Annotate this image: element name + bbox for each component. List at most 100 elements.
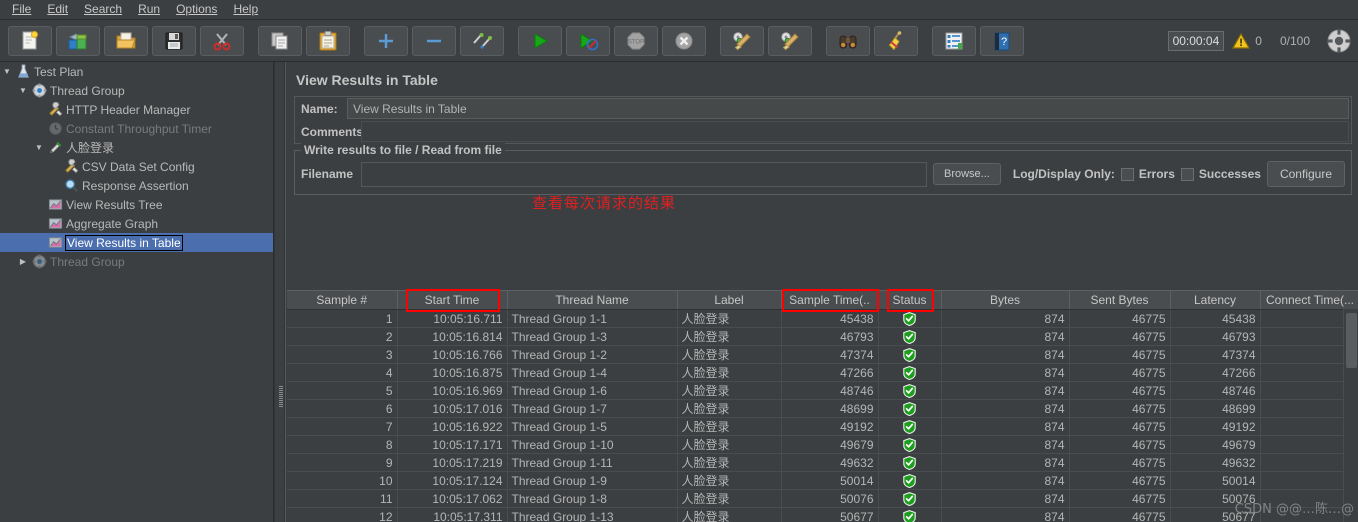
table-row[interactable]: 11 10:05:17.062 Thread Group 1-8 人脸登录 50076 … bbox=[287, 489, 1358, 508]
function-helper-button[interactable] bbox=[932, 25, 976, 56]
cell-label: 人脸登录 bbox=[677, 327, 782, 346]
collapse-all-button[interactable] bbox=[412, 25, 456, 56]
tree-node-8[interactable]: Aggregate Graph bbox=[0, 214, 273, 233]
status-success-shield-icon bbox=[903, 419, 916, 434]
tree-node-10[interactable]: ▶ Thread Group bbox=[0, 252, 273, 271]
column-header-start-time[interactable]: Start Time bbox=[397, 290, 508, 310]
tree-node-2[interactable]: HTTP Header Manager bbox=[0, 100, 273, 119]
menu-search[interactable]: Search bbox=[76, 0, 130, 19]
reset-search-button[interactable] bbox=[874, 25, 918, 56]
cell-latency: 47374 bbox=[1170, 345, 1261, 364]
configure-button[interactable]: Configure bbox=[1266, 161, 1345, 187]
status-success-shield-icon bbox=[903, 329, 916, 344]
cell-label: 人脸登录 bbox=[677, 507, 782, 522]
column-header-thread-name[interactable]: Thread Name bbox=[507, 290, 678, 310]
start-button[interactable] bbox=[518, 25, 562, 56]
column-header-status[interactable]: Status bbox=[878, 290, 942, 310]
copy-button[interactable] bbox=[258, 25, 302, 56]
broom-icon bbox=[888, 30, 902, 50]
shutdown-button[interactable] bbox=[662, 25, 706, 56]
column-header-latency[interactable]: Latency bbox=[1170, 290, 1261, 310]
successes-checkbox[interactable] bbox=[1180, 167, 1194, 181]
browse-button[interactable]: Browse... bbox=[933, 163, 1001, 185]
save-button[interactable] bbox=[152, 25, 196, 56]
name-input[interactable] bbox=[347, 98, 1349, 119]
templates-icon bbox=[68, 32, 87, 49]
table-row[interactable]: 12 10:05:17.311 Thread Group 1-13 人脸登录 50677… bbox=[287, 507, 1358, 522]
clear-all-button[interactable] bbox=[768, 25, 812, 56]
menu-options[interactable]: Options bbox=[168, 0, 225, 19]
column-header-sample-time[interactable]: Sample Time(.. bbox=[781, 290, 879, 310]
filename-input[interactable] bbox=[361, 161, 927, 187]
comments-input[interactable] bbox=[361, 121, 1349, 142]
table-scrollbar-thumb[interactable] bbox=[1346, 313, 1357, 368]
table-row[interactable]: 5 10:05:16.969 Thread Group 1-6 人脸登录 48746 8… bbox=[287, 381, 1358, 400]
menu-help[interactable]: Help bbox=[225, 0, 266, 19]
successes-checkbox-wrap[interactable]: Successes bbox=[1180, 167, 1261, 181]
table-row[interactable]: 2 10:05:16.814 Thread Group 1-3 人脸登录 46793 8… bbox=[287, 327, 1358, 346]
chevron-right-icon[interactable]: ▶ bbox=[16, 257, 30, 266]
warning-indicator[interactable]: 0 bbox=[1232, 32, 1262, 50]
warning-triangle-icon bbox=[1232, 32, 1251, 49]
chevron-down-icon[interactable]: ▼ bbox=[32, 143, 46, 152]
table-row[interactable]: 4 10:05:16.875 Thread Group 1-4 人脸登录 47266 8… bbox=[287, 363, 1358, 382]
table-row[interactable]: 9 10:05:17.219 Thread Group 1-11 人脸登录 49632 … bbox=[287, 453, 1358, 472]
test-plan-tree[interactable]: ▼ Test Plan ▼ Thread Group HTTP Header Manag… bbox=[0, 62, 274, 522]
cell-bytes: 874 bbox=[941, 399, 1070, 418]
templates-button[interactable] bbox=[56, 25, 100, 56]
split-divider[interactable] bbox=[274, 62, 285, 522]
menu-file[interactable]: File bbox=[4, 0, 39, 19]
table-vertical-scrollbar[interactable] bbox=[1343, 309, 1358, 522]
chevron-down-icon[interactable]: ▼ bbox=[0, 67, 14, 76]
errors-checkbox[interactable] bbox=[1120, 167, 1134, 181]
table-row[interactable]: 1 10:05:16.711 Thread Group 1-1 人脸登录 45438 8… bbox=[287, 309, 1358, 328]
tree-node-3[interactable]: Constant Throughput Timer bbox=[0, 119, 273, 138]
clear-button[interactable] bbox=[720, 25, 764, 56]
table-row[interactable]: 8 10:05:17.171 Thread Group 1-10 人脸登录 49679 … bbox=[287, 435, 1358, 454]
column-header-sent-bytes[interactable]: Sent Bytes bbox=[1069, 290, 1171, 310]
cell-bytes: 874 bbox=[941, 345, 1070, 364]
tree-node-0[interactable]: ▼ Test Plan bbox=[0, 62, 273, 81]
table-row[interactable]: 7 10:05:16.922 Thread Group 1-5 人脸登录 49192 8… bbox=[287, 417, 1358, 436]
menu-options-label: Options bbox=[176, 2, 218, 16]
menu-edit[interactable]: Edit bbox=[39, 0, 76, 19]
cell-bytes: 874 bbox=[941, 435, 1070, 454]
cut-button[interactable] bbox=[200, 25, 244, 56]
column-header-sample[interactable]: Sample # bbox=[287, 290, 398, 310]
run-indicator-button[interactable] bbox=[1326, 28, 1352, 54]
tree-node-label: View Results in Table bbox=[65, 234, 183, 251]
status-success-shield-icon bbox=[903, 311, 916, 326]
tree-node-4[interactable]: ▼ 人脸登录 bbox=[0, 138, 273, 157]
cell-sample: 5 bbox=[287, 381, 398, 400]
tree-node-5[interactable]: CSV Data Set Config bbox=[0, 157, 273, 176]
cell-thread-name: Thread Group 1-5 bbox=[507, 417, 678, 436]
column-header-connect-time[interactable]: Connect Time(... bbox=[1260, 290, 1358, 310]
stop-button[interactable]: STOP bbox=[614, 25, 658, 56]
results-table-header: Sample # Start Time Thread Name Label Sample… bbox=[287, 290, 1358, 310]
cell-label: 人脸登录 bbox=[677, 381, 782, 400]
tree-node-label: HTTP Header Manager bbox=[66, 102, 191, 117]
tree-node-9[interactable]: View Results in Table bbox=[0, 233, 273, 252]
new-test-plan-button[interactable] bbox=[8, 25, 52, 56]
tree-node-6[interactable]: Response Assertion bbox=[0, 176, 273, 195]
help-button[interactable]: ? bbox=[980, 25, 1024, 56]
column-header-bytes[interactable]: Bytes bbox=[941, 290, 1070, 310]
results-table-container[interactable]: Sample # Start Time Thread Name Label Sample… bbox=[287, 290, 1358, 522]
table-row[interactable]: 6 10:05:17.016 Thread Group 1-7 人脸登录 48699 8… bbox=[287, 399, 1358, 418]
search-button[interactable] bbox=[826, 25, 870, 56]
table-row[interactable]: 10 10:05:17.124 Thread Group 1-9 人脸登录 50014 … bbox=[287, 471, 1358, 490]
errors-checkbox-wrap[interactable]: Errors bbox=[1120, 167, 1175, 181]
status-success-shield-icon bbox=[903, 401, 916, 416]
cell-label: 人脸登录 bbox=[677, 399, 782, 418]
table-row[interactable]: 3 10:05:16.766 Thread Group 1-2 人脸登录 47374 8… bbox=[287, 345, 1358, 364]
open-button[interactable] bbox=[104, 25, 148, 56]
toggle-button[interactable] bbox=[460, 25, 504, 56]
tree-node-1[interactable]: ▼ Thread Group bbox=[0, 81, 273, 100]
expand-all-button[interactable] bbox=[364, 25, 408, 56]
tree-node-7[interactable]: View Results Tree bbox=[0, 195, 273, 214]
menu-run[interactable]: Run bbox=[130, 0, 168, 19]
paste-button[interactable] bbox=[306, 25, 350, 56]
start-no-pauses-button[interactable] bbox=[566, 25, 610, 56]
column-header-label[interactable]: Label bbox=[677, 290, 782, 310]
chevron-down-icon[interactable]: ▼ bbox=[16, 86, 30, 95]
